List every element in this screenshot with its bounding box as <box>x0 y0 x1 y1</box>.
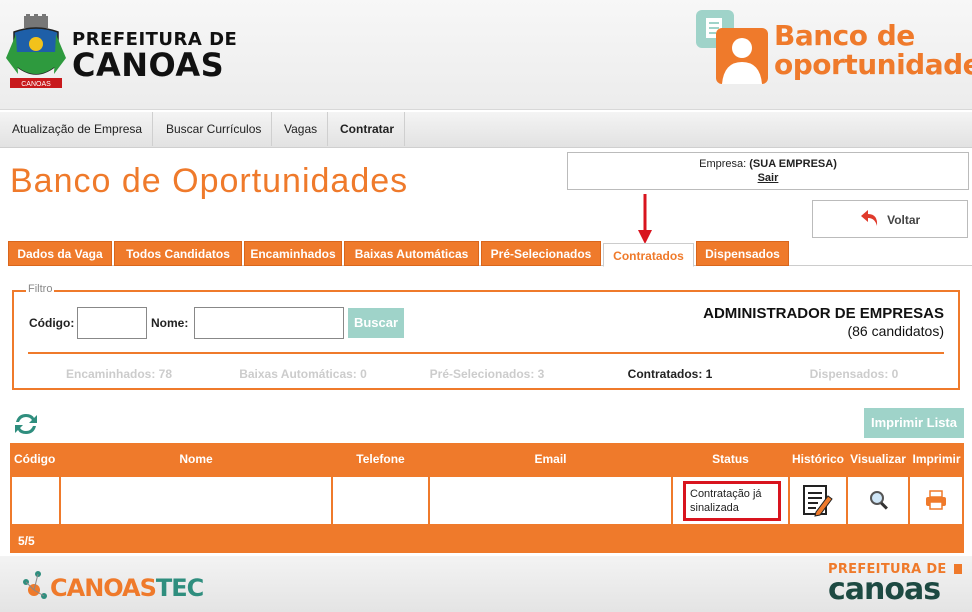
col-header-status: Status <box>712 452 749 466</box>
banco-logo-text: Banco de oportunidades <box>774 22 972 80</box>
nav-item-contratar[interactable]: Contratar <box>330 112 406 146</box>
voltar-button[interactable]: Voltar <box>812 200 968 238</box>
prefeitura-footer-line2: canoas <box>828 572 941 607</box>
codigo-input[interactable] <box>77 307 147 339</box>
canoastec-text: CANOASTEC <box>50 574 204 602</box>
count-pre-selecionados: Pré-Selecionados: 3 <box>429 367 545 381</box>
empresa-label: Empresa: <box>699 158 747 170</box>
voltar-label: Voltar <box>887 213 921 227</box>
cell-historico <box>790 477 846 524</box>
crest-banner-text: CANOAS <box>21 81 51 88</box>
count-dispensados: Dispensados: 0 <box>809 367 899 381</box>
page-title: Banco de Oportunidades <box>10 162 409 200</box>
nome-input[interactable] <box>194 307 344 339</box>
tab-dispensados[interactable]: Dispensados <box>696 241 789 266</box>
printer-icon[interactable] <box>925 489 947 511</box>
candidates-table: Código Nome Telefone Email Status Histór… <box>10 443 964 553</box>
logo-accent-bar <box>954 564 962 574</box>
magnifier-icon[interactable] <box>868 489 890 511</box>
prefeitura-logo-line2: CANOAS <box>72 46 225 84</box>
nav-item-vagas[interactable]: Vagas <box>274 112 329 146</box>
tab-todos-candidatos[interactable]: Todos Candidatos <box>114 241 242 266</box>
nav-item-atualizacao-empresa[interactable]: Atualização de Empresa <box>2 112 154 146</box>
banco-oportunidades-logo: Banco de oportunidades <box>696 10 972 90</box>
codigo-label: Código: <box>29 316 75 330</box>
buscar-button[interactable]: Buscar <box>348 308 404 338</box>
cell-nome <box>61 477 331 524</box>
prefeitura-footer-logo: PREFEITURA DE canoas <box>828 562 964 608</box>
status-badge: Contratação já sinalizada <box>683 481 781 521</box>
col-header-nome: Nome <box>179 452 213 466</box>
cell-imprimir <box>910 477 962 524</box>
imprimir-lista-button[interactable]: Imprimir Lista <box>864 408 964 438</box>
footer: CANOASTEC PREFEITURA DE canoas <box>0 556 972 612</box>
canoastec-part2: TEC <box>155 574 204 602</box>
cell-codigo <box>12 477 59 524</box>
tab-contratados[interactable]: Contratados <box>603 243 694 267</box>
col-header-visualizar: Visualizar <box>850 452 906 466</box>
count-baixas-automaticas: Baixas Automáticas: 0 <box>239 367 367 381</box>
header: CANOAS PREFEITURA DE CANOAS Banco de opo… <box>0 0 972 110</box>
city-crest-icon: CANOAS <box>6 14 66 88</box>
main-nav: Atualização de Empresa Buscar Currículos… <box>0 112 972 148</box>
filter-legend: Filtro <box>26 283 55 295</box>
cell-telefone <box>333 477 428 524</box>
cell-visualizar <box>848 477 908 524</box>
col-header-telefone: Telefone <box>356 452 405 466</box>
tab-pre-selecionados[interactable]: Pré-Selecionados <box>481 241 601 266</box>
col-header-imprimir: Imprimir <box>912 452 961 466</box>
cell-email <box>430 477 671 524</box>
tab-dados-da-vaga[interactable]: Dados da Vaga <box>8 241 112 266</box>
col-header-historico: Histórico <box>791 452 844 466</box>
table-pagination: 5/5 <box>18 534 35 548</box>
table-row: Contratação já sinalizada <box>10 476 964 524</box>
person-icon <box>716 28 768 84</box>
prefeitura-logo: PREFEITURA DE CANOAS <box>72 30 237 84</box>
empresa-line: Empresa: (SUA EMPRESA) <box>568 157 968 171</box>
banco-logo-line1: Banco de <box>774 19 915 52</box>
count-encaminhados: Encaminhados: 78 <box>65 367 173 381</box>
canoastec-part1: CANOAS <box>50 574 157 602</box>
admin-title: ADMINISTRADOR DE EMPRESAS <box>703 305 944 322</box>
cell-status: Contratação já sinalizada <box>673 477 788 524</box>
nav-item-buscar-curriculos[interactable]: Buscar Currículos <box>156 112 273 146</box>
refresh-icon[interactable] <box>12 410 40 438</box>
red-annotation-arrow-icon <box>638 194 652 244</box>
page: CANOAS PREFEITURA DE CANOAS Banco de opo… <box>0 0 972 612</box>
molecule-icon <box>23 571 47 599</box>
filter-separator <box>28 352 944 354</box>
sair-link[interactable]: Sair <box>568 171 968 185</box>
count-contratados: Contratados: 1 <box>627 367 713 381</box>
banco-logo-line2: oportunidades <box>774 48 972 81</box>
tab-encaminhados[interactable]: Encaminhados <box>244 241 342 266</box>
history-edit-icon[interactable] <box>802 484 834 518</box>
tab-baixas-automaticas[interactable]: Baixas Automáticas <box>344 241 479 266</box>
candidate-count: (86 candidatos) <box>847 323 944 339</box>
undo-arrow-icon <box>860 209 877 226</box>
col-header-codigo: Código <box>14 452 56 466</box>
nome-label: Nome: <box>151 316 189 330</box>
empresa-name: (SUA EMPRESA) <box>749 158 837 170</box>
empresa-info-box: Empresa: (SUA EMPRESA) Sair <box>567 152 969 190</box>
col-header-email: Email <box>534 452 567 466</box>
